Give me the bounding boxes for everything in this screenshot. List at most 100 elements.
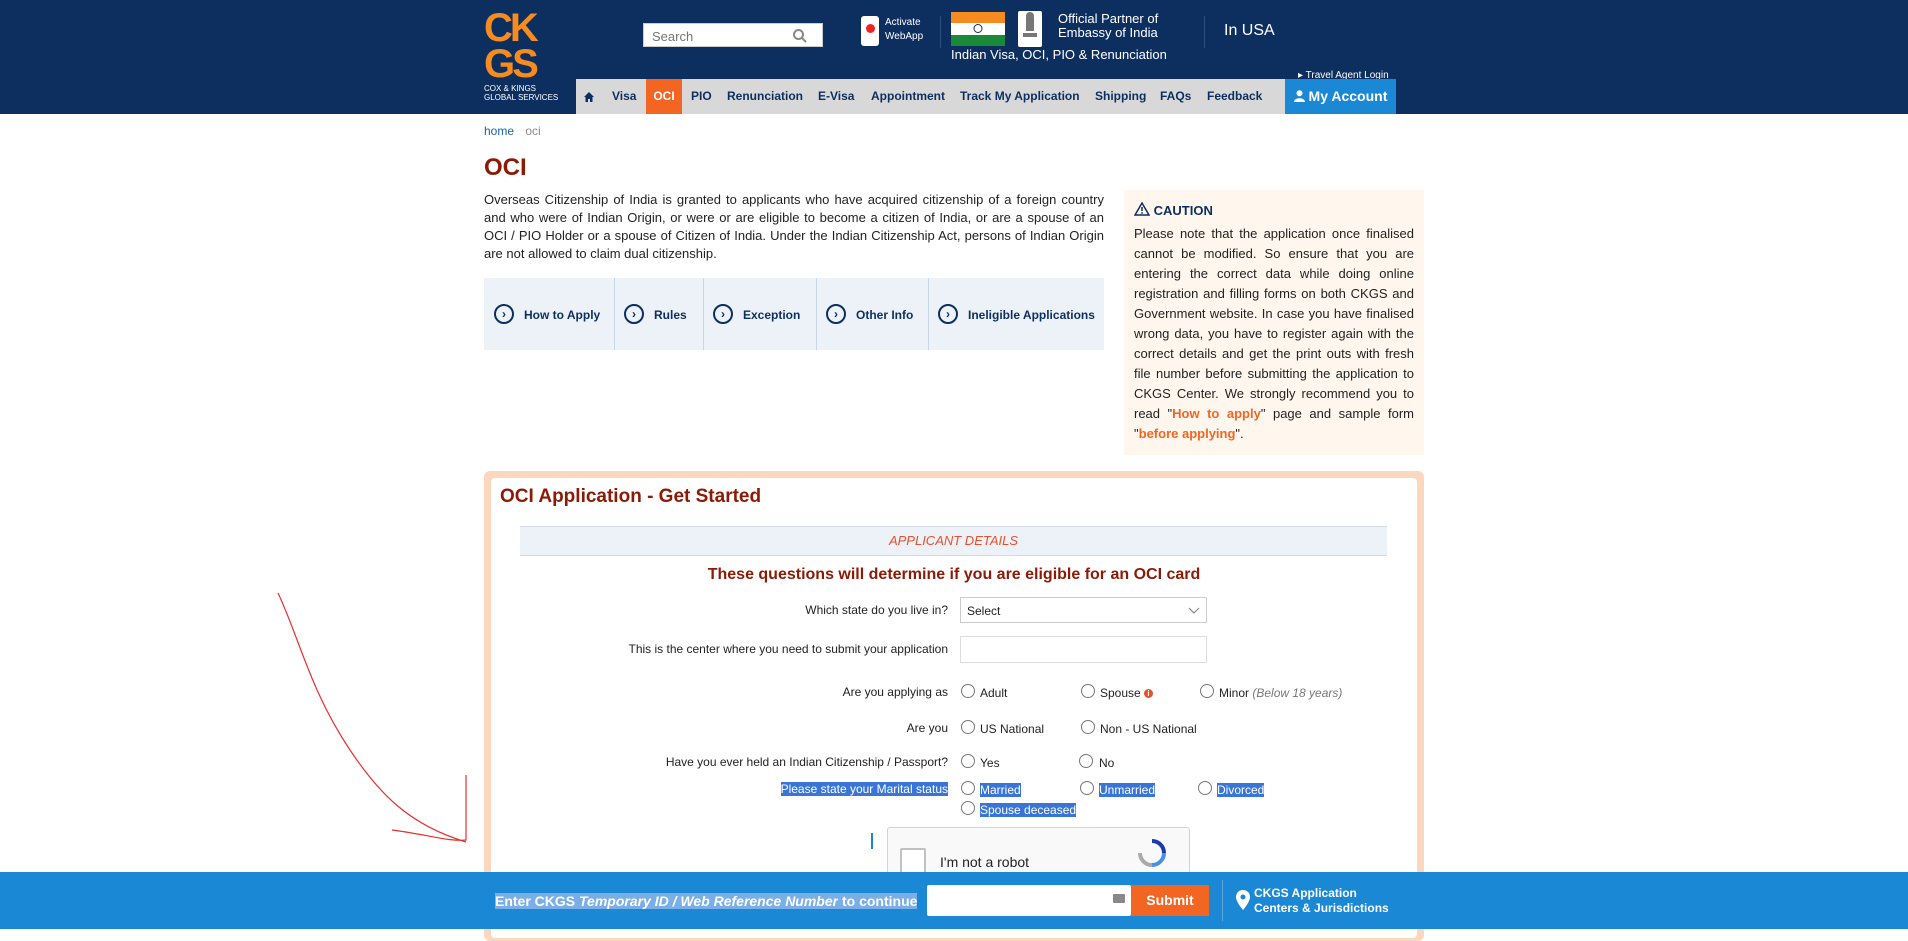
unmarried-label: Unmarried [1099, 783, 1156, 797]
nav-feedback[interactable]: Feedback [1207, 79, 1262, 114]
annotation-arrow [277, 592, 467, 843]
non-us-national-label: Non - US National [1100, 722, 1197, 736]
tab-label: Exception [743, 308, 801, 322]
caution-text: Please note that the application once fi… [1134, 226, 1415, 441]
submit-button[interactable]: Submit [1131, 885, 1209, 916]
nav-home-icon[interactable] [576, 79, 602, 114]
chevron-down-icon [1188, 598, 1200, 633]
nav-renunciation[interactable]: Renunciation [727, 79, 803, 114]
nav-faqs[interactable]: FAQs [1160, 79, 1191, 114]
divorced-label: Divorced [1217, 783, 1265, 797]
chevron-right-icon: › [494, 304, 514, 324]
before-applying-link[interactable]: before applying [1139, 426, 1236, 441]
us-national-radio[interactable] [961, 720, 975, 734]
tab-ineligible-applications[interactable]: › Ineligible Applications [928, 278, 1104, 350]
nav-evisa[interactable]: E-Visa [818, 79, 854, 114]
spouse-deceased-radio[interactable] [961, 801, 975, 815]
info-icon[interactable]: i [1144, 689, 1154, 699]
nav-oci[interactable]: OCI [646, 79, 682, 114]
page-title: OCI [484, 154, 527, 181]
my-account-button[interactable]: My Account [1285, 79, 1396, 114]
mobile-app-icon[interactable] [861, 16, 879, 46]
non-us-national-radio[interactable] [1081, 720, 1095, 734]
search-box[interactable] [643, 23, 823, 47]
breadcrumb-current: oci [525, 124, 541, 138]
search-icon[interactable] [792, 28, 808, 47]
activate-label: Activate [885, 17, 921, 28]
nav-appointment[interactable]: Appointment [871, 79, 945, 114]
nationality-label: Are you [906, 721, 948, 735]
text-cursor [871, 833, 873, 849]
tab-label: Rules [654, 308, 687, 322]
search-input[interactable] [650, 27, 794, 45]
user-icon [1293, 90, 1305, 102]
footer-bar: Enter CKGS Temporary ID / Web Reference … [0, 872, 1908, 929]
married-radio[interactable] [961, 781, 975, 795]
chevron-right-icon: › [624, 304, 644, 324]
nav-pio[interactable]: PIO [691, 79, 712, 114]
intro-paragraph: Overseas Citizenship of India is granted… [484, 192, 1104, 261]
india-flag-icon [951, 12, 1005, 46]
chevron-right-icon: › [826, 304, 846, 324]
adult-label: Adult [980, 686, 1008, 700]
divider [1204, 16, 1205, 48]
minor-option: Minor (Below 18 years) [1219, 686, 1343, 700]
tab-other-info[interactable]: › Other Info [816, 278, 929, 350]
reference-number-input[interactable] [927, 885, 1131, 916]
caution-panel: CAUTION Please note that the application… [1124, 190, 1424, 455]
nav-visa[interactable]: Visa [612, 79, 636, 114]
spouse-option: Spouse i [1100, 686, 1154, 700]
unmarried-radio[interactable] [1080, 781, 1094, 795]
divorced-radio[interactable] [1198, 781, 1212, 795]
recaptcha-checkbox[interactable] [900, 848, 926, 874]
recaptcha-label: I'm not a robot [940, 854, 1030, 870]
passport-question-label: Have you ever held an Indian Citizenship… [665, 755, 948, 769]
marital-status-label: Please state your Marital status [780, 782, 948, 796]
state-select-value: Select [967, 604, 1001, 618]
tab-label: Ineligible Applications [968, 308, 1095, 322]
warning-icon [1133, 201, 1151, 216]
spouse-radio[interactable] [1081, 684, 1095, 698]
caution-title: CAUTION [1133, 201, 1213, 218]
region-selector[interactable]: In USA [1224, 22, 1275, 40]
activate-webapp-link[interactable]: Activate WebApp [885, 16, 923, 44]
center-field[interactable] [960, 636, 1207, 663]
main-nav: Visa OCI PIO Renunciation E-Visa Appoint… [576, 79, 1396, 114]
tab-how-to-apply[interactable]: › How to Apply [484, 278, 615, 350]
my-account-label: My Account [1308, 88, 1388, 104]
divider [940, 16, 941, 48]
state-select[interactable]: Select [960, 597, 1207, 623]
passport-no-radio[interactable] [1079, 754, 1093, 768]
center-question-label: This is the center where you need to sub… [628, 642, 948, 656]
how-to-apply-link[interactable]: How to apply [1172, 406, 1261, 421]
location-pin-icon [1236, 890, 1250, 913]
spouse-deceased-label: Spouse deceased [980, 803, 1077, 817]
application-centers-link[interactable]: CKGS Application Centers & Jurisdictions [1254, 886, 1389, 916]
state-question-label: Which state do you live in? [805, 603, 948, 617]
passport-yes-radio[interactable] [961, 754, 975, 768]
national-emblem-icon [1018, 11, 1042, 47]
minor-radio[interactable] [1200, 684, 1214, 698]
site-tagline: Indian Visa, OCI, PIO & Renunciation [951, 47, 1167, 62]
oci-info-tabs: › How to Apply › Rules › Exception › Oth… [484, 278, 1104, 350]
married-label: Married [980, 783, 1021, 797]
nav-shipping[interactable]: Shipping [1095, 79, 1146, 114]
divider [1222, 880, 1223, 921]
tab-rules[interactable]: › Rules [614, 278, 704, 350]
reference-prompt: Enter CKGS Temporary ID / Web Reference … [495, 893, 918, 909]
adult-radio[interactable] [961, 684, 975, 698]
partner-line2: Embassy of India [1058, 25, 1158, 40]
ckgs-logo[interactable]: CK GS COX & KINGS GLOBAL SERVICES [484, 6, 560, 106]
logo-mark: CK GS [484, 6, 539, 86]
applicant-details-header: APPLICANT DETAILS [520, 526, 1387, 556]
partner-line1: Official Partner of [1058, 11, 1159, 26]
passport-no-label: No [1099, 756, 1115, 770]
tab-exception[interactable]: › Exception [703, 278, 817, 350]
breadcrumb-home-link[interactable]: home [484, 124, 514, 138]
breadcrumb: home oci [484, 124, 541, 138]
keyboard-icon [1113, 894, 1125, 903]
nav-track-application[interactable]: Track My Application [960, 79, 1080, 114]
official-partner-text: Official Partner of Embassy of India [1058, 12, 1158, 40]
us-national-label: US National [980, 722, 1045, 736]
passport-yes-label: Yes [980, 756, 1000, 770]
